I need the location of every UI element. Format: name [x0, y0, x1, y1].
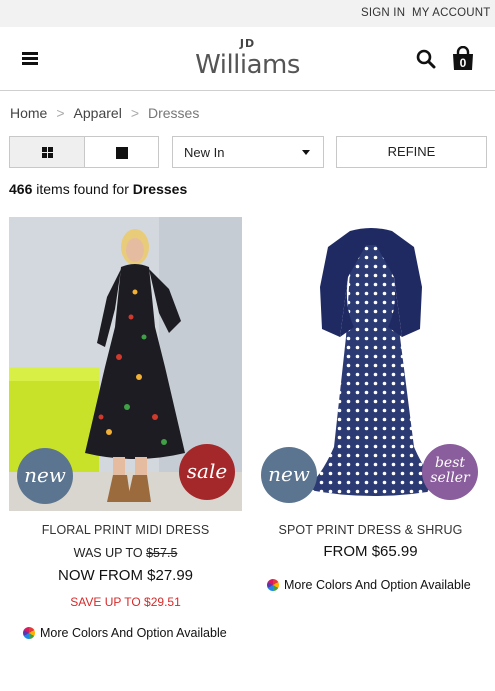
color-wheel-icon	[267, 579, 279, 591]
save-text: SAVE UP TO $29.51	[70, 595, 181, 609]
refine-button[interactable]: REFINE	[336, 136, 487, 168]
product-name[interactable]: SPOT PRINT DRESS & SHRUG	[254, 523, 487, 537]
search-icon[interactable]	[416, 49, 436, 69]
grid-four-icon	[42, 147, 53, 158]
breadcrumb-current: Dresses	[148, 105, 200, 121]
breadcrumb-apparel[interactable]: Apparel	[74, 105, 122, 121]
sign-in-link[interactable]: SIGN IN	[361, 7, 405, 19]
sort-value: New In	[184, 145, 225, 160]
product-image-spot-dress[interactable]: new best seller	[254, 217, 487, 511]
product-image-floral-dress[interactable]: new sale	[9, 217, 242, 511]
best-seller-line-2: seller	[430, 470, 470, 486]
product-name[interactable]: FLORAL PRINT MIDI DRESS	[9, 523, 242, 537]
breadcrumb-separator: >	[56, 105, 65, 121]
best-seller-line-1: best	[434, 455, 466, 471]
my-account-link[interactable]: MY ACCOUNT	[412, 7, 490, 19]
more-colors-link[interactable]: More Colors And Option Available	[267, 578, 471, 592]
best-seller-badge: best seller	[422, 444, 478, 500]
breadcrumb-home[interactable]: Home	[10, 105, 47, 121]
results-number: 466	[9, 181, 33, 197]
breadcrumb-separator: >	[130, 105, 139, 121]
now-price: NOW FROM $27.99	[57, 567, 194, 584]
caret-down-icon	[302, 150, 310, 155]
new-badge: new	[261, 447, 317, 503]
grid-view-one-column-button[interactable]	[84, 136, 159, 168]
results-category: Dresses	[132, 181, 188, 197]
utility-bar: SIGN IN MY ACCOUNT	[0, 0, 495, 27]
was-label: WAS UP TO	[73, 546, 143, 560]
breadcrumb: Home > Apparel > Dresses	[10, 105, 199, 121]
square-icon	[116, 147, 128, 159]
more-colors-label: More Colors And Option Available	[40, 626, 227, 640]
new-badge: new	[17, 448, 73, 504]
grid-view-two-column-button[interactable]	[9, 136, 85, 168]
was-price: $57.5	[146, 546, 178, 560]
sale-badge: sale	[179, 444, 235, 500]
from-price: FROM $65.99	[323, 543, 418, 560]
results-count: 466 items found for Dresses	[9, 181, 187, 197]
cart-count: 0	[459, 56, 467, 70]
sort-select[interactable]: New In	[172, 136, 324, 168]
more-colors-link[interactable]: More Colors And Option Available	[23, 626, 227, 640]
more-colors-label: More Colors And Option Available	[284, 578, 471, 592]
results-text: items found for	[36, 181, 129, 197]
was-price-row: WAS UP TO $57.5	[9, 546, 242, 560]
site-header: JD Williams 0	[0, 27, 495, 91]
color-wheel-icon	[23, 627, 35, 639]
